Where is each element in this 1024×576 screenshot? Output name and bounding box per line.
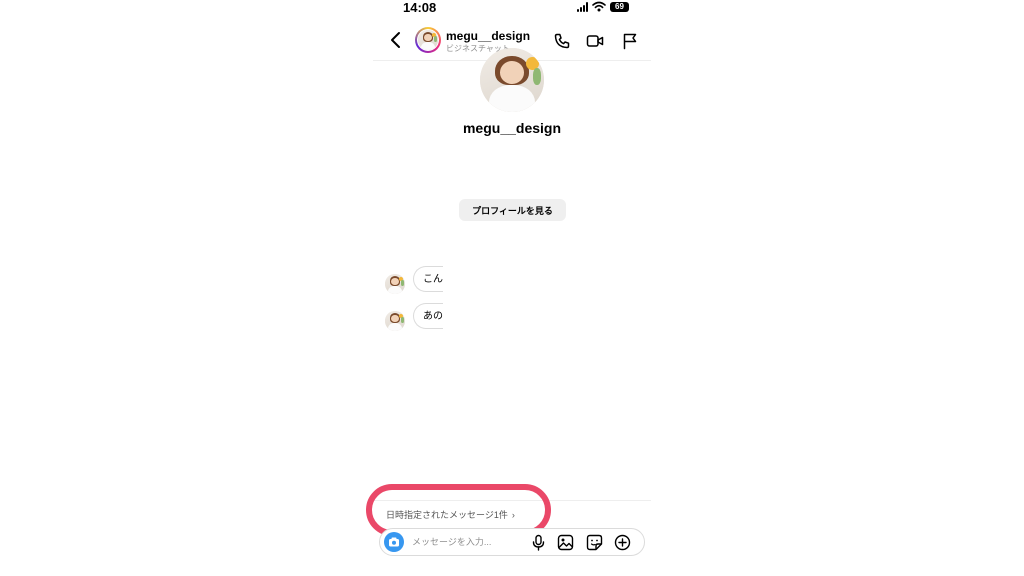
plus-circle-icon[interactable] [614,534,631,551]
microphone-icon[interactable] [530,534,547,551]
cellular-signal-icon [577,1,588,12]
phone-screen: 14:08 69 megu__design ビジネスチャット megu__des… [366,0,651,576]
wifi-icon [592,1,606,12]
profile-name: megu__design [462,120,562,136]
view-profile-button[interactable]: プロフィールを見る [459,199,566,221]
sticker-icon[interactable] [586,534,603,551]
camera-button[interactable] [384,532,404,552]
battery-icon: 69 [610,1,629,12]
message-input[interactable] [412,533,512,551]
message-composer [379,528,645,556]
profile-picture[interactable] [480,48,544,112]
message-bubble[interactable]: こん [413,266,443,292]
camera-icon [389,537,399,547]
message-avatar[interactable] [385,274,405,294]
message-bubble[interactable]: あの [413,303,443,329]
header-username[interactable]: megu__design [446,29,530,43]
avatar-photo [418,30,438,50]
phone-icon[interactable] [553,32,571,50]
flag-icon[interactable] [621,32,639,50]
message-avatar[interactable] [385,311,405,331]
back-chevron-icon[interactable] [387,30,405,50]
video-camera-icon[interactable] [586,32,604,50]
header-avatar[interactable] [415,27,441,53]
gallery-icon[interactable] [557,534,574,551]
status-icons: 69 [577,1,629,12]
status-time: 14:08 [403,0,437,15]
